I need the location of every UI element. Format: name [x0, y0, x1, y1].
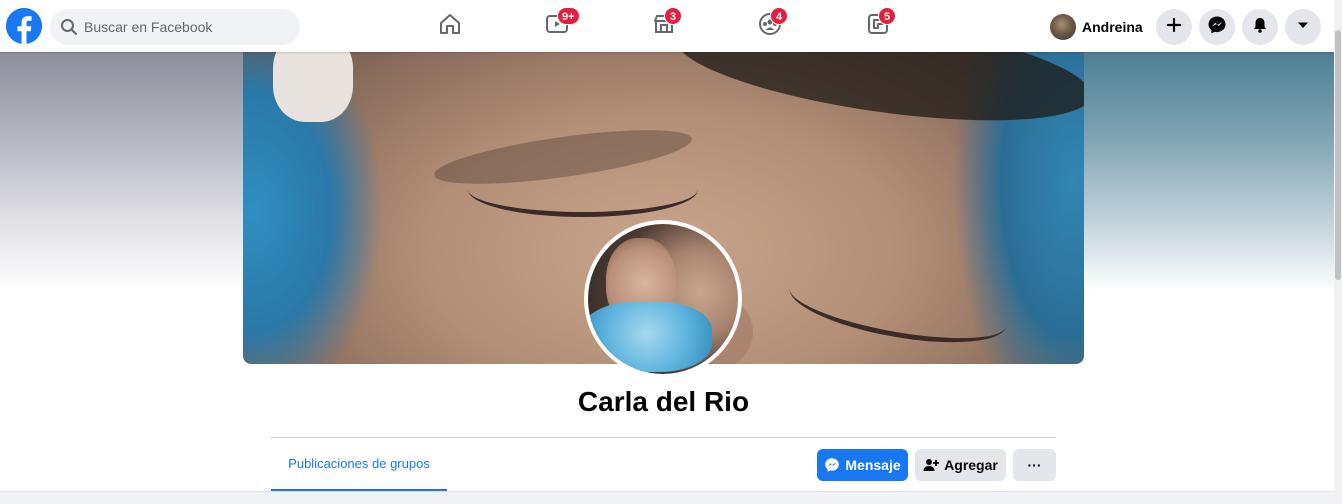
nav-gaming-button[interactable]: 5	[862, 7, 896, 42]
search-input[interactable]: Buscar en Facebook	[84, 19, 212, 35]
avatar	[1050, 14, 1076, 40]
content-separator	[0, 491, 1342, 504]
create-button[interactable]	[1156, 9, 1192, 45]
search-box[interactable]: Buscar en Facebook	[50, 9, 300, 45]
notification-badge: 3	[664, 7, 682, 25]
nav-marketplace-button[interactable]: 3	[648, 7, 682, 42]
notification-badge: 5	[878, 7, 896, 25]
top-navigation-bar: Buscar en Facebook 9+ 3 4 5 Andreina	[0, 0, 1342, 52]
page-scrollbar[interactable]	[1334, 0, 1342, 504]
nav-home-button[interactable]	[434, 10, 466, 42]
add-user-icon	[923, 457, 940, 473]
avatar	[588, 224, 738, 374]
tab-group-posts[interactable]: Publicaciones de grupos	[271, 438, 447, 492]
notification-badge: 9+	[557, 7, 580, 25]
message-button-label: Mensaje	[845, 457, 901, 473]
search-icon	[60, 18, 78, 36]
home-icon	[438, 12, 462, 41]
scrollbar-thumb[interactable]	[1335, 30, 1341, 280]
message-button[interactable]: Mensaje	[817, 449, 908, 481]
profile-name: Carla del Rio	[577, 386, 750, 417]
caret-down-icon	[1296, 18, 1310, 37]
facebook-logo-icon[interactable]	[6, 8, 42, 44]
add-friend-button-label: Agregar	[944, 457, 998, 473]
notifications-button[interactable]	[1242, 9, 1278, 45]
bell-icon	[1251, 16, 1269, 39]
account-menu-button[interactable]	[1285, 9, 1321, 45]
more-options-icon: ···	[1027, 457, 1042, 473]
nav-groups-button[interactable]: 4	[754, 7, 788, 42]
messenger-icon	[1207, 15, 1227, 40]
notification-badge: 4	[770, 7, 788, 25]
messenger-button[interactable]	[1199, 9, 1235, 45]
user-name: Andreina	[1082, 19, 1143, 35]
nav-watch-button[interactable]: 9+	[541, 7, 580, 42]
profile-picture[interactable]	[584, 220, 742, 378]
messenger-icon	[824, 457, 840, 473]
plus-icon	[1166, 17, 1182, 38]
profile-shortcut[interactable]: Andreina	[1050, 11, 1143, 43]
more-options-button[interactable]: ···	[1013, 449, 1056, 481]
add-friend-button[interactable]: Agregar	[915, 449, 1006, 481]
